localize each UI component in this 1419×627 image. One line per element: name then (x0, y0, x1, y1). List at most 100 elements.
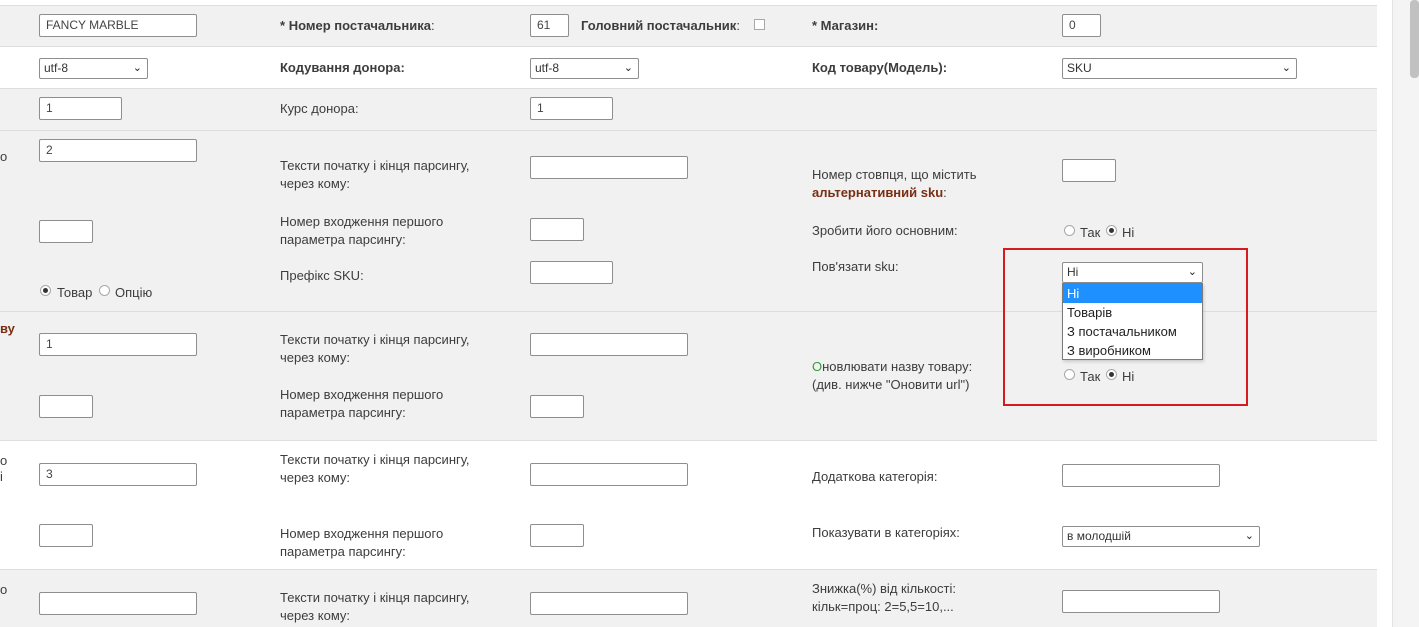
name-occurrence-input[interactable] (39, 395, 93, 418)
label-line: (див. нижче "Оновити url") (812, 377, 970, 392)
left-cut-label: ву (0, 321, 15, 336)
make-main-no-radio[interactable] (1106, 225, 1117, 236)
donor-rate-label: Курс донора: (280, 101, 359, 116)
label-line: параметра парсингу: (280, 544, 406, 559)
supplier-number-label: * Номер постачальника: (280, 17, 435, 35)
row3-band (0, 89, 1377, 130)
rate-input[interactable]: 1 (39, 97, 122, 120)
label-line: параметра парсингу: (280, 405, 406, 420)
alt-sku-emphasis: альтернативний sku (812, 185, 944, 200)
product-code-select[interactable]: SKU ⌄ (1062, 58, 1297, 79)
sku-texts-label: Тексти початку і кінця парсингу, через к… (280, 157, 470, 193)
chevron-down-icon: ⌄ (1281, 62, 1291, 74)
label-line: через кому: (280, 608, 351, 623)
main-supplier-checkbox[interactable] (754, 19, 765, 30)
supplier-number-input[interactable]: 61 (530, 14, 569, 37)
sku-occurrence-label: Номер входження першого параметра парсин… (280, 213, 443, 249)
label-line: через кому: (280, 350, 351, 365)
annotation-highlight-box (1003, 248, 1248, 406)
name-occurrence-label: Номер входження першого параметра парсин… (280, 386, 443, 422)
divider (0, 88, 1377, 89)
product-code-select-value: SKU (1067, 61, 1092, 75)
chevron-down-icon: ⌄ (623, 62, 633, 74)
divider (0, 5, 1377, 6)
supplier-name-input[interactable]: FANCY MARBLE (39, 14, 197, 37)
sku-prefix-input[interactable] (530, 261, 613, 284)
label-line: параметра парсингу: (280, 232, 406, 247)
divider (0, 46, 1377, 47)
discount-input[interactable] (1062, 590, 1220, 613)
label-line: Тексти початку і кінця парсингу, (280, 590, 470, 605)
chevron-down-icon: ⌄ (1244, 530, 1254, 542)
divider (0, 569, 1377, 570)
label-line: Номер входження першого (280, 387, 444, 402)
donor-rate-input[interactable]: 1 (530, 97, 613, 120)
label-colon: : (430, 18, 435, 33)
category-texts-label: Тексти початку і кінця парсингу, через к… (280, 451, 470, 487)
update-name-first-letter: О (812, 359, 823, 374)
label-line: Тексти початку і кінця парсингу, (280, 452, 470, 467)
divider (0, 440, 1377, 441)
type-product-radio[interactable] (40, 285, 51, 296)
sku-texts-input[interactable] (530, 156, 688, 179)
donor-encoding-select[interactable]: utf-8 ⌄ (530, 58, 639, 79)
sku-column-input[interactable]: 2 (39, 139, 197, 162)
main-supplier-label: Головний постачальник: (581, 17, 740, 35)
category-occurrence-input-2[interactable] (530, 524, 584, 547)
update-name-label: Оновлювати назву товару: (див. нижче "Он… (812, 358, 972, 394)
extra-category-label: Додаткова категорія: (812, 469, 938, 484)
category-texts-input[interactable] (530, 463, 688, 486)
label-line: Тексти початку і кінця парсингу, (280, 332, 470, 347)
make-main-label: Зробити його основним: (812, 223, 958, 238)
category-column-input[interactable]: 3 (39, 463, 197, 486)
encoding-select-value: utf-8 (44, 61, 69, 75)
label-line: через кому: (280, 470, 351, 485)
donor-encoding-select-value: utf-8 (535, 61, 560, 75)
product-code-label: Код товару(Модель): (812, 60, 948, 75)
store-input[interactable]: 0 (1062, 14, 1101, 37)
encoding-select[interactable]: utf-8 ⌄ (39, 58, 148, 79)
label-line: Знижка(%) від кількості: (812, 581, 956, 596)
type-option-label: Опцію (115, 285, 153, 300)
name-occurrence-input-2[interactable] (530, 395, 584, 418)
scrollbar-thumb[interactable] (1410, 0, 1419, 78)
category-occurrence-input[interactable] (39, 524, 93, 547)
make-main-yes-label: Так (1080, 225, 1101, 240)
sku-occurrence-input[interactable] (39, 220, 93, 243)
type-product-label: Товар (57, 285, 93, 300)
left-cut-label: і (0, 469, 3, 484)
make-main-yes-radio[interactable] (1064, 225, 1075, 236)
supplier-number-text: Номер постачальника (288, 18, 431, 33)
discount-column-input[interactable] (39, 592, 197, 615)
label-line: через кому: (280, 176, 351, 191)
label-line: Тексти початку і кінця парсингу, (280, 158, 470, 173)
page-scrollbar[interactable] (1392, 0, 1419, 627)
label-line: Оновлювати назву товару: (812, 358, 972, 376)
label-colon: : (943, 185, 947, 200)
discount-label: Знижка(%) від кількості: кільк=проц: 2=5… (812, 580, 956, 616)
donor-encoding-label: Кодування донора: (280, 60, 405, 75)
left-cut-label: о (0, 149, 8, 164)
name-texts-label: Тексти початку і кінця парсингу, через к… (280, 331, 470, 367)
divider (0, 130, 1377, 131)
alt-sku-column-label: Номер стовпця, що містить альтернативний… (812, 166, 976, 202)
label-line: кільк=проц: 2=5,5=10,... (812, 599, 954, 614)
show-in-categories-label: Показувати в категоріях: (812, 525, 960, 540)
type-option-radio[interactable] (99, 285, 110, 296)
alt-sku-column-input[interactable] (1062, 159, 1116, 182)
name-column-input[interactable]: 1 (39, 333, 197, 356)
discount-texts-input[interactable] (530, 592, 688, 615)
label-line: Номер входження першого (280, 526, 444, 541)
label-line: альтернативний sku: (812, 184, 976, 202)
store-label: * Магазин: (812, 18, 879, 33)
required-star: * (280, 18, 286, 33)
discount-texts-label: Тексти початку і кінця парсингу, через к… (280, 589, 470, 625)
make-main-no-label: Ні (1122, 225, 1135, 240)
main-supplier-text: Головний постачальник (581, 18, 737, 33)
sku-prefix-label: Префікс SKU: (280, 268, 364, 283)
extra-category-input[interactable] (1062, 464, 1220, 487)
name-texts-input[interactable] (530, 333, 688, 356)
show-in-categories-select[interactable]: в молодшій ⌄ (1062, 526, 1260, 547)
sku-occurrence-input-2[interactable] (530, 218, 584, 241)
label-line: Номер входження першого (280, 214, 444, 229)
